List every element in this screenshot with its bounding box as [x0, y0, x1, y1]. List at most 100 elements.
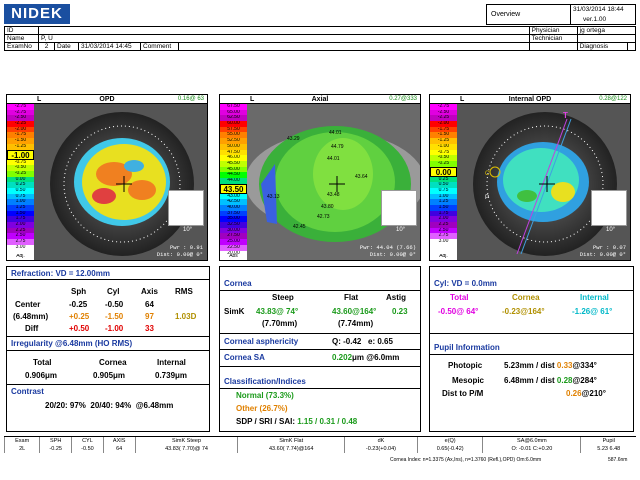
cyl-internal: -1.26@ 61° — [572, 307, 613, 316]
scale-step: 0.00 — [430, 166, 457, 177]
axial-value: 43.48 — [327, 192, 340, 198]
zone-rms: 1.03D — [175, 312, 197, 321]
wavelength-note: 587.6nm — [608, 457, 628, 463]
axial-value: 44.01 — [327, 156, 340, 162]
dist-readout: Dist: 0.00@ 0° — [579, 251, 626, 258]
id-label: ID — [4, 26, 39, 35]
col-cyl: Cyl — [107, 287, 120, 296]
psf-inset: 10° — [381, 190, 417, 233]
zone-yellow — [551, 182, 575, 202]
eye-image: 10° Pwr : 0.91 Dist: 0.00@ 0° — [34, 104, 207, 260]
sdp-values: 1.15 / 0.31 / 0.48 — [297, 417, 358, 426]
simk-flat-radius: (7.74mm) — [338, 319, 374, 328]
scale-step: -1.00 — [7, 149, 34, 160]
simk-label: SimK — [224, 307, 245, 316]
map-value: 0.28@122 — [599, 96, 627, 102]
axial-map[interactable]: L Axial 0.27@333 67.50 65.00 62.50 60.00 57.50… — [219, 94, 421, 261]
inset-label: 10° — [396, 227, 406, 233]
mesopic-dist: 0.28 — [556, 376, 573, 385]
zone-cool — [124, 160, 144, 172]
cyl-total-label: Total — [450, 293, 469, 302]
diagnosis-value — [626, 42, 637, 51]
diff-axis: 33 — [145, 324, 154, 333]
patient-info-table: ID Physician jg ortega Name P, U Technic… — [4, 26, 637, 51]
zone-sph: +0.25 — [69, 312, 90, 321]
inset-label: 10° — [183, 227, 193, 233]
center-label: Center — [15, 300, 41, 309]
irreg-total-value: 0.906μm — [25, 371, 58, 380]
dist-pm-value: 0.26 — [566, 389, 582, 398]
asphericity-title: Corneal asphericity — [224, 337, 299, 346]
examno-value: 2 — [38, 42, 55, 51]
summary-value: 43.83( 7.70)@ 74 — [134, 445, 238, 453]
scale-step: 3.00 — [7, 244, 34, 251]
cornea-index-note: Cornea Index: n=1.3375 (Ax,Ins), n=1.376… — [390, 457, 542, 463]
zone-axis: 97 — [145, 312, 154, 321]
zone-green — [517, 190, 537, 202]
col-astig: Astig — [386, 293, 406, 302]
simk-steep: 43.83@ 74° — [256, 307, 299, 316]
refraction-panel: Refraction: VD = 12.00mm Sph Cyl Axis RM… — [6, 266, 210, 432]
cyl-internal-label: Internal — [580, 293, 609, 302]
axial-value: 44.01 — [329, 130, 342, 136]
header-datetime: 31/03/2014 18:44 — [573, 6, 624, 13]
axial-value: 43.64 — [355, 174, 368, 180]
marker-c: C — [485, 171, 490, 177]
blank-cell — [528, 42, 578, 51]
internal-opd-map[interactable]: L Internal OPD 0.28@122 -2.75 -2.50 -2.25 -2.… — [429, 94, 631, 261]
summary-value: 2L — [3, 445, 40, 453]
summary-value: 43.60( 7.74)@164 — [237, 445, 345, 453]
zone-hot-2 — [128, 180, 156, 200]
summary-value: -0.50 — [71, 445, 104, 453]
date-value: 31/03/2014 14:45 — [78, 42, 141, 51]
axial-map-graphic: 44.01 43.29 44.79 44.01 43.64 43.13 43.48 43.80… — [247, 104, 420, 260]
col-rms: RMS — [175, 287, 193, 296]
dist-readout: Dist: 0.00@ 0° — [156, 251, 203, 258]
view-label: Overview — [487, 5, 571, 24]
marker-t: T — [563, 111, 568, 120]
summary-value-row: 2L -0.25 -0.50 64 43.83( 7.70)@ 74 43.60( 7.7… — [3, 445, 636, 453]
class-other: Other (26.7%) — [236, 404, 288, 413]
eye-image: 44.01 43.29 44.79 44.01 43.64 43.13 43.48 43.80… — [247, 104, 420, 260]
photopic-label: Photopic — [448, 361, 483, 370]
axial-value: 42.73 — [317, 214, 330, 220]
name-value: P, U — [38, 34, 530, 43]
map-value: 0.16@ 63 — [177, 96, 204, 102]
map-value: 0.27@333 — [389, 96, 417, 102]
zone-hot-3 — [92, 188, 116, 204]
scale-footer: Adj.Com 25 — [430, 254, 457, 260]
diagnosis-label: Diagnosis — [576, 42, 628, 51]
summary-header: SimK Steep — [134, 437, 238, 445]
axial-value: 43.29 — [287, 136, 300, 142]
scale-step: 43.50 — [220, 183, 247, 194]
col-axis: Axis — [141, 287, 158, 296]
simk-flat: 43.60@164° — [332, 307, 377, 316]
diff-label: Diff — [25, 324, 39, 333]
physician-label: Physician — [528, 26, 578, 35]
scale-step: 3.00 — [430, 239, 457, 245]
col-steep: Steep — [272, 293, 294, 302]
summary-value: 5.23 6.48 — [580, 445, 636, 453]
summary-table: Exam SPH CYL AXIS SimK Steep SimK Flat dK e(Q) S… — [3, 437, 636, 453]
dist-pm-label: Dist to P/M — [442, 389, 484, 398]
summary-header: CYL — [71, 437, 104, 445]
sdp-label: SDP / SRI / SAI: — [236, 417, 298, 426]
summary-value: 0.65(-0.42) — [416, 445, 483, 453]
dist-readout: Dist: 0.00@ 0° — [369, 251, 416, 258]
axial-value: 43.80 — [321, 204, 334, 210]
name-label: Name — [4, 34, 39, 43]
cyl-pupil-panel: Cyl: VD = 0.0mm Total Cornea Internal -0… — [429, 266, 634, 432]
axial-value: 43.13 — [267, 194, 280, 200]
asphericity-value: Q: -0.42 e: 0.65 — [332, 337, 393, 346]
cornea-sa-title: Cornea SA — [224, 353, 265, 362]
examno-label: ExamNo — [4, 42, 39, 51]
summary-header: Pupil — [580, 437, 636, 445]
irreg-cornea-value: 0.905μm — [93, 371, 126, 380]
col-flat: Flat — [344, 293, 359, 302]
center-sph: -0.25 — [69, 300, 88, 309]
summary-header: e(Q) — [416, 437, 483, 445]
opd-map[interactable]: L OPD 0.16@ 63 -2.75 -2.75 -2.50 -2.25 -2.00 -1… — [6, 94, 208, 261]
scale-footer: AbsS-K 1.5 — [220, 254, 247, 260]
diff-cyl: -1.00 — [105, 324, 124, 333]
center-cyl: -0.50 — [105, 300, 124, 309]
